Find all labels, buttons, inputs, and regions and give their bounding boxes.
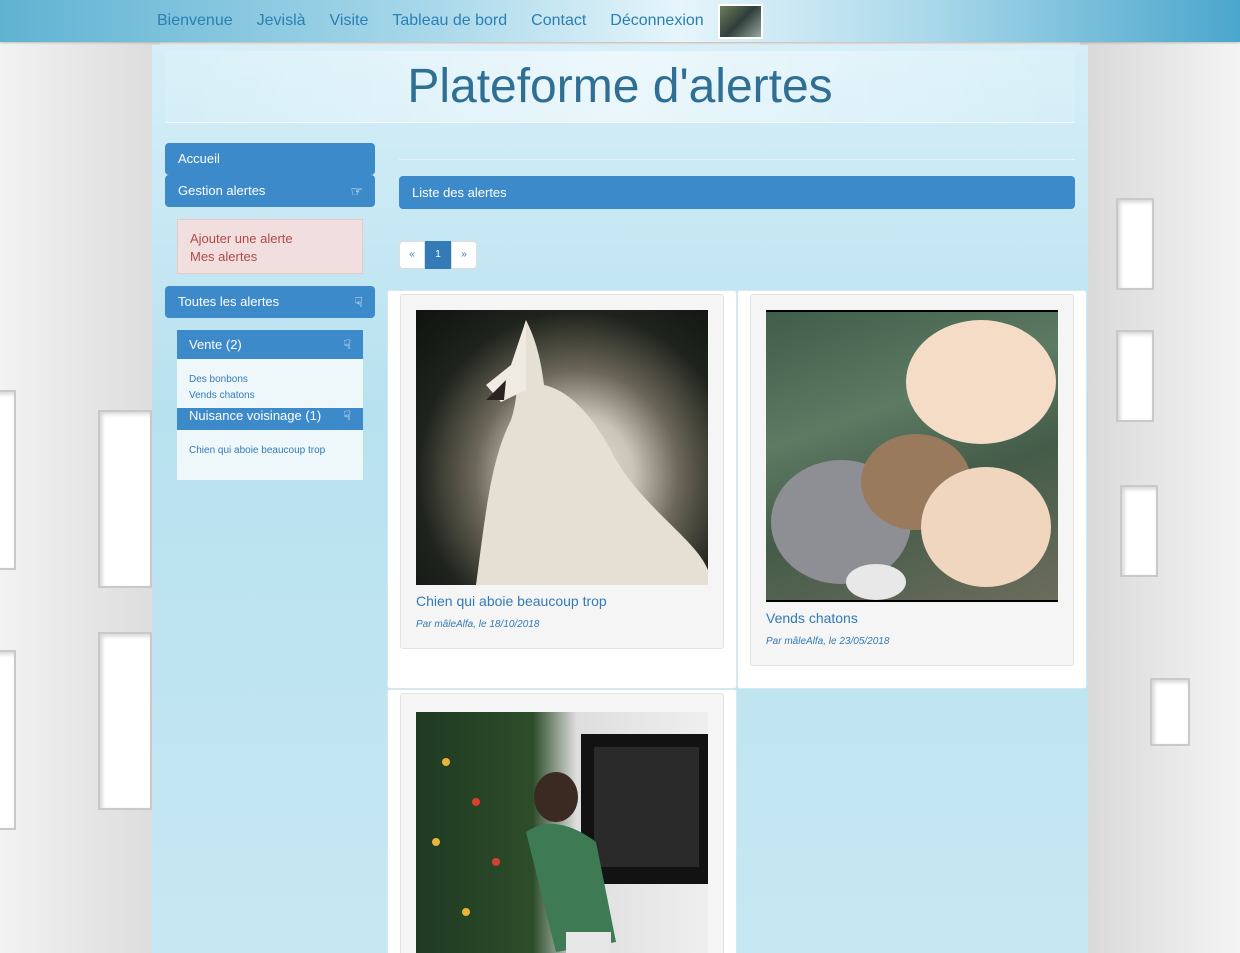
wolf-illustration (476, 320, 708, 585)
alert-card[interactable]: Vends chatons Par mâleAlfa, le 23/05/201… (750, 294, 1074, 666)
alert-card-meta: Par mâleAlfa, le 18/10/2018 (416, 619, 540, 630)
sidebar-gestion-label: Gestion alertes (178, 183, 266, 198)
nav-visite[interactable]: Visite (330, 12, 369, 30)
sidebar-accueil-button[interactable]: Accueil (165, 143, 375, 175)
alert-card-cell (387, 689, 737, 953)
categories-box: Vente (2) ☟ Des bonbons Vends chatons Nu… (177, 330, 363, 480)
category-item-chien-aboie[interactable]: Chien qui aboie beaucoup trop (177, 443, 363, 459)
nav-contact[interactable]: Contact (531, 12, 586, 30)
page-title: Plateforme d'alertes (407, 60, 833, 113)
nav-bienvenue[interactable]: Bienvenue (157, 12, 233, 30)
alert-card[interactable] (400, 693, 724, 953)
category-nuisance-label: Nuisance voisinage (1) (189, 408, 322, 423)
pagination: « 1 » (399, 241, 477, 269)
alert-card[interactable]: Chien qui aboie beaucoup trop Par mâleAl… (400, 294, 724, 649)
alert-image-howling-wolf[interactable] (416, 310, 708, 585)
page-header: Plateforme d'alertes (165, 51, 1075, 123)
hand-point-right-icon: ☞ (350, 183, 363, 199)
main-panel: Plateforme d'alertes Accueil Gestion ale… (152, 45, 1088, 953)
category-item-des-bonbons[interactable]: Des bonbons (177, 372, 363, 388)
category-nuisance-header[interactable]: Nuisance voisinage (1) ☟ (177, 408, 363, 430)
kittens-illustration (771, 320, 1056, 600)
sidebar-accueil-label: Accueil (178, 151, 220, 166)
alert-card-cell: Vends chatons Par mâleAlfa, le 23/05/201… (737, 290, 1087, 689)
pagination-page-1[interactable]: 1 (425, 241, 451, 269)
sidebar-toutes-label: Toutes les alertes (178, 294, 280, 309)
alert-list-header: Liste des alertes (399, 176, 1075, 209)
background-building-left (0, 40, 160, 953)
alert-list-title: Liste des alertes (412, 185, 507, 200)
christmas-illustration (432, 734, 708, 953)
alert-image-boy-christmas-tree[interactable] (416, 712, 708, 953)
category-vente-label: Vente (2) (189, 337, 242, 352)
category-item-vends-chatons[interactable]: Vends chatons (177, 388, 363, 404)
pagination-next[interactable]: » (451, 241, 477, 269)
alert-card-cell: Chien qui aboie beaucoup trop Par mâleAl… (387, 290, 737, 689)
alert-card-title[interactable]: Chien qui aboie beaucoup trop (416, 593, 607, 609)
divider (399, 159, 1075, 160)
hand-point-down-icon: ☟ (343, 337, 351, 352)
nav-deconnexion[interactable]: Déconnexion (610, 12, 703, 30)
alert-card-title[interactable]: Vends chatons (766, 610, 858, 626)
sidebar-gestion-alertes-button[interactable]: Gestion alertes ☞ (165, 175, 375, 207)
alert-image-kittens[interactable] (766, 310, 1058, 602)
gestion-submenu: Ajouter une alerte Mes alertes (177, 219, 363, 274)
submenu-ajouter-alerte[interactable]: Ajouter une alerte (190, 230, 350, 248)
user-avatar[interactable] (717, 3, 763, 39)
hand-point-down-icon: ☟ (354, 294, 363, 310)
hand-point-down-icon: ☟ (343, 408, 351, 423)
category-vente-header[interactable]: Vente (2) ☟ (177, 330, 363, 359)
nav-jevisla[interactable]: Jevislà (257, 12, 306, 30)
top-navigation: Bienvenue Jevislà Visite Tableau de bord… (0, 0, 1240, 42)
alert-card-meta: Par mâleAlfa, le 23/05/2018 (766, 636, 890, 647)
nav-tableau-de-bord[interactable]: Tableau de bord (392, 12, 507, 30)
submenu-mes-alertes[interactable]: Mes alertes (190, 248, 350, 266)
sidebar-toutes-alertes-button[interactable]: Toutes les alertes ☟ (165, 286, 375, 318)
pagination-prev[interactable]: « (399, 241, 425, 269)
background-building-right (1080, 40, 1240, 953)
